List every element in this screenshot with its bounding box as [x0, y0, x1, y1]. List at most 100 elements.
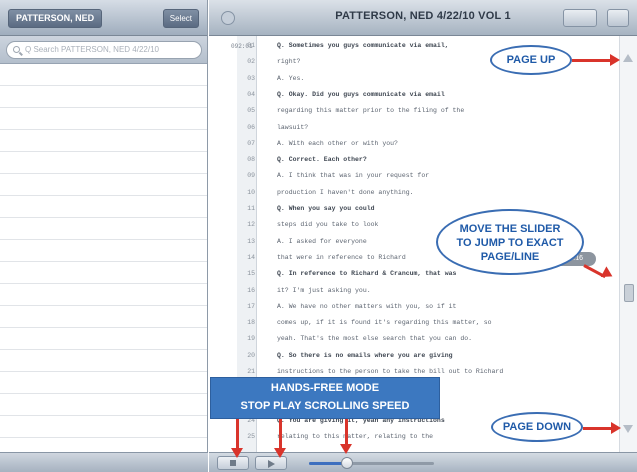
- document-list-pane: PATTERSON, NED Select Q Search PATTERSON…: [0, 0, 208, 472]
- slider-callout-line-2: TO JUMP TO EXACT: [456, 237, 564, 249]
- transcript-line: 08 Q. Correct. Each other?: [209, 152, 619, 168]
- play-arrowhead: [274, 448, 286, 458]
- slider-callout-line-3: PAGE/LINE: [480, 251, 540, 263]
- line-text: A. I asked for everyone: [277, 237, 367, 245]
- line-text: Q. So there is no emails where you are g…: [277, 351, 453, 359]
- line-text: regarding this matter prior to the filin…: [277, 107, 465, 115]
- hands-free-title: HANDS-FREE MODE: [270, 382, 380, 394]
- scrolling-speed-slider[interactable]: [309, 457, 434, 469]
- speed-arrowhead: [340, 444, 352, 454]
- list-item[interactable]: [0, 64, 207, 86]
- line-text: Q. When you say you could: [277, 205, 375, 212]
- list-item[interactable]: [0, 394, 207, 416]
- search-bar: Q Search PATTERSON, NED 4/22/10: [0, 36, 207, 64]
- search-input[interactable]: Q Search PATTERSON, NED 4/22/10: [6, 41, 202, 59]
- list-item[interactable]: [0, 108, 207, 130]
- line-text: right?: [277, 58, 301, 66]
- page-up-arrow-line: [572, 59, 612, 62]
- hands-free-labels: STOP PLAY SCROLLING SPEED: [240, 400, 410, 412]
- transcript-line: 06 lawsuit?: [209, 120, 619, 136]
- page-up-arrowhead: [610, 54, 620, 66]
- page-down-arrowhead: [611, 422, 621, 434]
- transcript-line: 03 A. Yes.: [209, 71, 619, 87]
- line-text: Q. Sometimes you guys communicate via em…: [277, 42, 449, 49]
- share-button[interactable]: [563, 9, 597, 27]
- case-button[interactable]: PATTERSON, NED: [8, 9, 103, 28]
- line-text: A. We have no other matters with you, so…: [277, 302, 457, 310]
- scroll-rail[interactable]: [619, 36, 637, 452]
- line-text: Q. In reference to Richard & Crancum, th…: [277, 270, 457, 278]
- list-item[interactable]: [0, 416, 207, 438]
- line-number: 19: [247, 335, 255, 343]
- list-item[interactable]: [0, 306, 207, 328]
- document-list: [0, 64, 207, 438]
- stop-button[interactable]: [217, 456, 249, 470]
- line-number: 13: [247, 237, 255, 245]
- transcript-line: 11 Q. When you say you could: [209, 201, 619, 217]
- transcript-toolbar: PATTERSON, NED 4/22/10 VOL 1: [209, 0, 637, 36]
- page-slider-thumb[interactable]: [624, 284, 634, 302]
- line-text: Q. Okay. Did you guys communicate via em…: [277, 90, 445, 98]
- list-item[interactable]: [0, 284, 207, 306]
- page-up-callout: PAGE UP: [490, 45, 572, 75]
- list-item[interactable]: [0, 152, 207, 174]
- list-item[interactable]: [0, 262, 207, 284]
- line-number: 06: [247, 123, 255, 131]
- list-item[interactable]: [0, 174, 207, 196]
- list-item[interactable]: [0, 130, 207, 152]
- line-number: 12: [247, 221, 255, 229]
- app-window: PATTERSON, NED Select Q Search PATTERSON…: [0, 0, 637, 472]
- list-item[interactable]: [0, 328, 207, 350]
- line-text: that were in reference to Richard: [277, 253, 406, 261]
- list-item[interactable]: [0, 86, 207, 108]
- list-item[interactable]: [0, 196, 207, 218]
- list-item[interactable]: [0, 350, 207, 372]
- line-number: 15: [247, 270, 255, 278]
- line-number: 25: [247, 433, 255, 441]
- transcript-line: 20 Q. So there is no emails where you are…: [209, 348, 619, 364]
- line-number: 14: [247, 253, 255, 261]
- page-down-arrow-icon[interactable]: [623, 425, 633, 433]
- line-number: 03: [247, 74, 255, 82]
- left-toolbar: PATTERSON, NED Select: [0, 0, 207, 36]
- page-up-arrow-icon[interactable]: [623, 54, 633, 62]
- list-item[interactable]: [0, 218, 207, 240]
- line-number: 17: [247, 302, 255, 310]
- page-down-callout: PAGE DOWN: [491, 412, 583, 442]
- line-number: 09: [247, 172, 255, 180]
- transcript-line: 09 A. I think that was in your request fo…: [209, 168, 619, 184]
- line-text: steps did you take to look: [277, 221, 379, 229]
- transcript-line: 04 Q. Okay. Did you guys communicate via …: [209, 87, 619, 103]
- slider-callout: MOVE THE SLIDER TO JUMP TO EXACT PAGE/LI…: [436, 209, 584, 275]
- line-number: 08: [247, 156, 255, 164]
- line-number: 05: [247, 107, 255, 115]
- line-text: it? I'm just asking you.: [277, 286, 371, 294]
- transcript-line: 15 Q. In reference to Richard & Crancum, …: [209, 266, 619, 282]
- slider-callout-line-1: MOVE THE SLIDER: [459, 223, 561, 235]
- left-bottom-bar: [0, 452, 208, 472]
- select-button[interactable]: Select: [162, 9, 199, 28]
- transcript-line: 18 comes up, if it is found it's regardin…: [209, 315, 619, 331]
- line-text: Q. Correct. Each other?: [277, 156, 367, 164]
- transcript-line: 05 regarding this matter prior to the fil…: [209, 103, 619, 119]
- page-down-arrow-line: [583, 427, 613, 430]
- menu-button[interactable]: [607, 9, 629, 27]
- line-text: A. I think that was in your request for: [277, 172, 430, 180]
- line-number: 18: [247, 319, 255, 327]
- search-icon: [13, 46, 20, 53]
- line-text: A. Yes.: [277, 74, 305, 82]
- play-button[interactable]: [255, 456, 287, 470]
- transcript-line: 10 production I haven't done anything.: [209, 185, 619, 201]
- line-number: 10: [247, 188, 255, 196]
- list-item[interactable]: [0, 240, 207, 262]
- line-text: A. With each other or with you?: [277, 139, 398, 147]
- speed-knob[interactable]: [340, 457, 353, 469]
- search-placeholder: Q Search PATTERSON, NED 4/22/10: [25, 45, 159, 54]
- transcript-line: 16 it? I'm just asking you.: [209, 283, 619, 299]
- line-text: yeah. That's the most else search that y…: [277, 335, 473, 343]
- transcript-line: 19 yeah. That's the most else search that…: [209, 331, 619, 347]
- list-item[interactable]: [0, 372, 207, 394]
- line-text: comes up, if it is found it's regarding …: [277, 319, 492, 327]
- stop-arrowhead: [231, 448, 243, 458]
- line-number: 11: [247, 205, 255, 212]
